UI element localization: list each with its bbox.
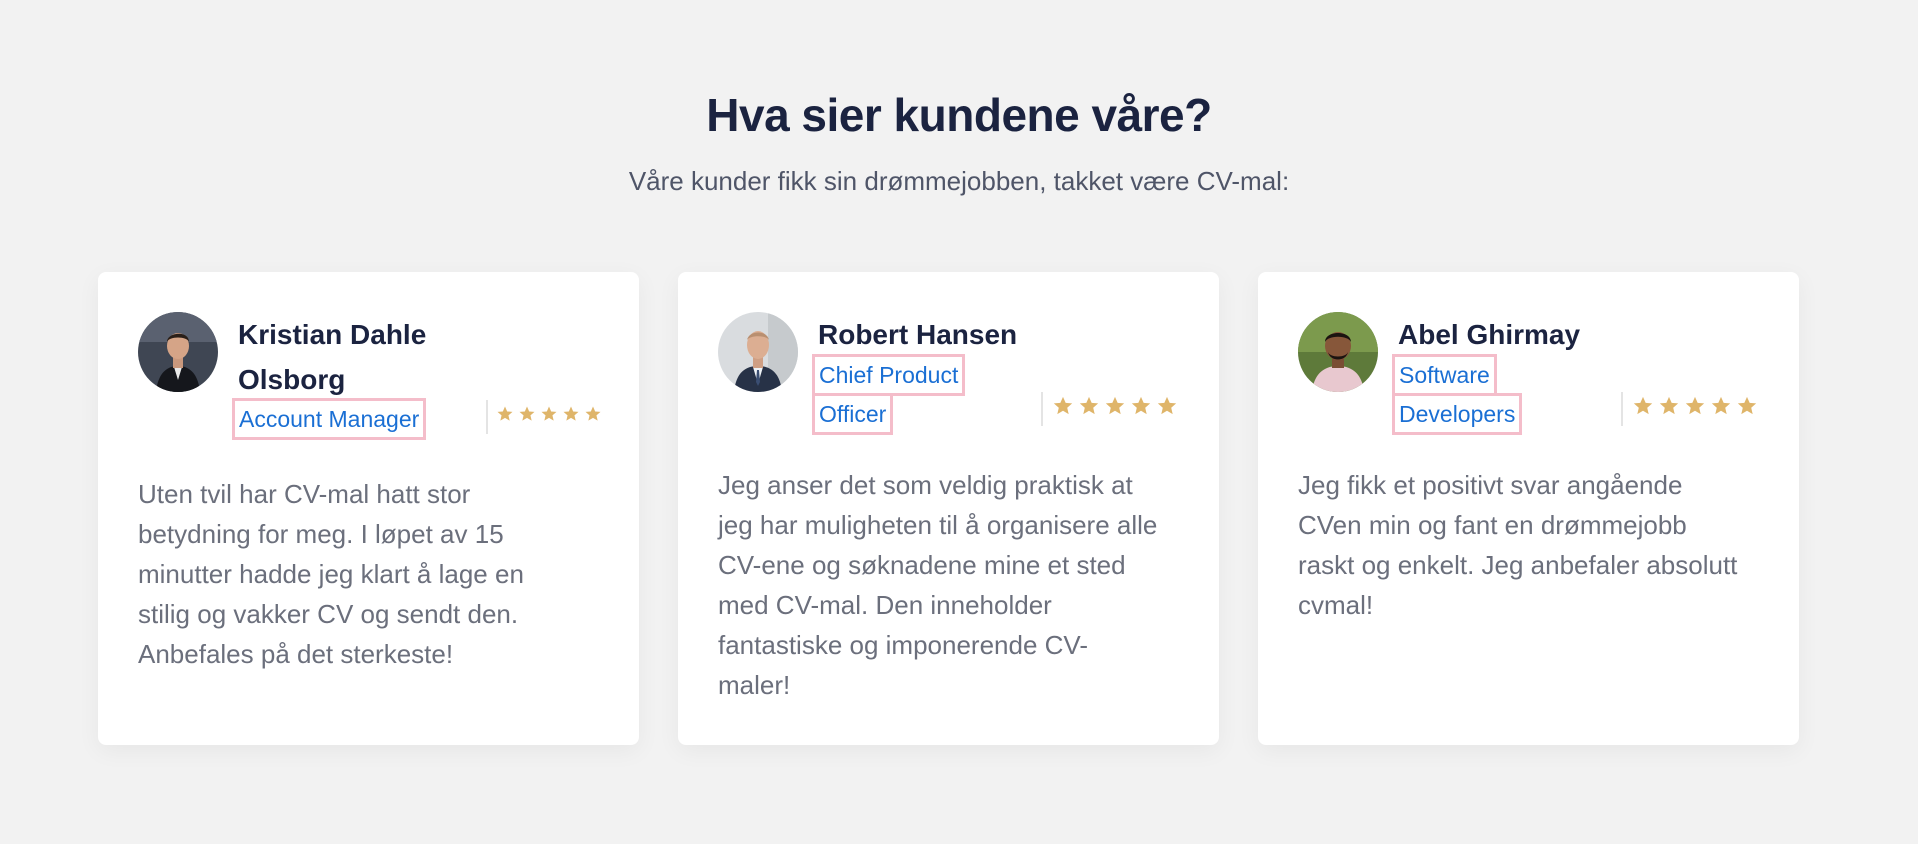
star-rating — [1052, 395, 1178, 422]
star-icon — [496, 405, 514, 428]
star-icon — [1156, 395, 1178, 422]
reviewer-role-line: Software — [1392, 354, 1497, 396]
section-title: Hva sier kundene våre? — [706, 89, 1212, 141]
testimonial-card: Kristian Dahle Olsborg Account Manager U… — [98, 272, 639, 745]
star-icon — [1736, 395, 1758, 422]
star-icon — [518, 405, 536, 428]
reviewer-role-line: Chief Product — [812, 354, 966, 396]
testimonials-section: Hva sier kundene våre? Våre kunder fikk … — [0, 0, 1918, 844]
testimonial-text: Uten tvil har CV-mal hatt stor betydning… — [138, 479, 524, 669]
reviewer-role: Software Developers — [1392, 354, 1523, 435]
divider — [1621, 392, 1623, 426]
testimonial-card: Robert Hansen Chief Product Officer Jeg … — [678, 272, 1219, 745]
avatar — [718, 312, 798, 392]
avatar — [1298, 312, 1378, 392]
testimonial-text: Jeg fikk et positivt svar angående CVen … — [1298, 470, 1738, 620]
reviewer-role-line: Developers — [1392, 393, 1523, 435]
reviewer-name: Kristian Dahle Olsborg — [238, 319, 427, 395]
star-icon — [1104, 395, 1126, 422]
star-icon — [1078, 395, 1100, 422]
testimonial-text: Jeg anser det som veldig praktisk at jeg… — [718, 470, 1158, 700]
divider — [1041, 392, 1043, 426]
reviewer-role-line: Officer — [812, 393, 894, 435]
star-icon — [1052, 395, 1074, 422]
star-icon — [584, 405, 602, 428]
star-icon — [1684, 395, 1706, 422]
star-icon — [1632, 395, 1654, 422]
section-subtitle: Våre kunder fikk sin drømmejobben, takke… — [628, 166, 1290, 196]
star-icon — [562, 405, 580, 428]
testimonial-card: Abel Ghirmay Software Developers Jeg fik… — [1258, 272, 1799, 745]
reviewer-role-line: Account Manager — [232, 398, 427, 440]
divider — [486, 400, 488, 434]
reviewer-name: Robert Hansen — [818, 319, 1018, 350]
star-rating — [496, 405, 602, 428]
star-icon — [1658, 395, 1680, 422]
star-rating — [1632, 395, 1758, 422]
reviewer-role: Account Manager — [232, 398, 427, 440]
star-icon — [1710, 395, 1732, 422]
star-icon — [540, 405, 558, 428]
reviewer-name: Abel Ghirmay — [1398, 319, 1581, 350]
reviewer-role: Chief Product Officer — [812, 354, 966, 435]
star-icon — [1130, 395, 1152, 422]
avatar — [138, 312, 218, 392]
